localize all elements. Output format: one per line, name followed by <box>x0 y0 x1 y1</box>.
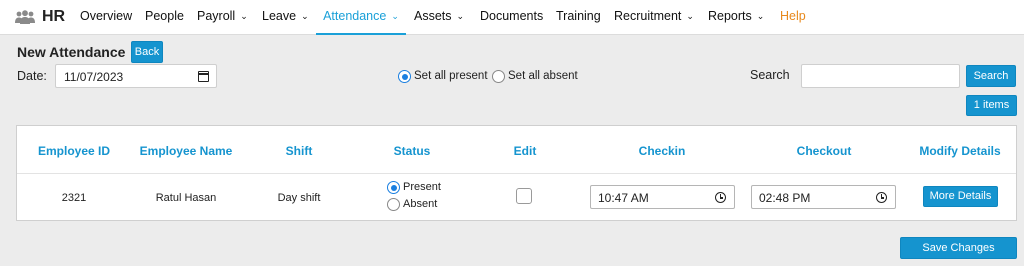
nav-item-label: People <box>145 9 184 23</box>
top-nav: HR Overview People Payroll ⌄ Leave ⌄ Atten… <box>0 0 1024 35</box>
nav-item-assets[interactable]: Assets ⌄ <box>414 0 464 35</box>
nav-item-training[interactable]: Training <box>556 0 601 35</box>
shift-cell: Day shift <box>277 192 321 204</box>
nav-item-label: Attendance <box>323 9 387 23</box>
calendar-icon[interactable] <box>198 71 209 82</box>
nav-item-label: Payroll <box>197 9 236 23</box>
nav-item-reports[interactable]: Reports ⌄ <box>708 0 764 35</box>
nav-item-label: Training <box>556 9 601 23</box>
nav-item-people[interactable]: People <box>145 0 184 35</box>
clock-icon[interactable] <box>876 192 887 203</box>
set-all-absent-radio[interactable] <box>492 70 505 83</box>
items-count-badge[interactable]: 1 items <box>966 95 1017 116</box>
save-changes-button[interactable]: Save Changes <box>900 237 1017 259</box>
app-name: HR <box>42 8 66 25</box>
set-all-present-radio[interactable] <box>398 70 411 83</box>
clock-icon[interactable] <box>715 192 726 203</box>
nav-item-attendance[interactable]: Attendance ⌄ <box>316 0 406 35</box>
nav-item-payroll[interactable]: Payroll ⌄ <box>197 0 248 35</box>
date-input[interactable]: 11/07/2023 <box>55 64 217 88</box>
set-all-present-label[interactable]: Set all present <box>414 70 488 82</box>
chevron-down-icon: ⌄ <box>301 11 309 21</box>
checkout-time-value: 02:48 PM <box>759 191 811 205</box>
checkout-time-input[interactable]: 02:48 PM <box>751 185 896 209</box>
date-value: 11/07/2023 <box>64 70 124 84</box>
column-header-edit: Edit <box>513 144 537 158</box>
attendance-table: Employee ID Employee Name Shift Status E… <box>16 125 1017 221</box>
date-label: Date: <box>17 69 47 83</box>
chevron-down-icon: ⌄ <box>756 11 765 21</box>
people-group-icon <box>14 10 36 24</box>
more-details-button[interactable]: More Details <box>923 186 998 207</box>
nav-item-leave[interactable]: Leave ⌄ <box>262 0 309 35</box>
search-button[interactable]: Search <box>966 65 1016 87</box>
status-absent-label[interactable]: Absent <box>403 198 437 210</box>
chevron-down-icon: ⌄ <box>391 11 399 21</box>
nav-item-label: Reports <box>708 9 752 23</box>
status-present-radio[interactable] <box>387 181 400 194</box>
column-header-checkin: Checkin <box>638 144 686 158</box>
app-brand[interactable]: HR <box>14 8 65 26</box>
set-all-absent-label[interactable]: Set all absent <box>508 70 578 82</box>
status-absent-radio[interactable] <box>387 198 400 211</box>
chevron-down-icon: ⌄ <box>686 11 694 21</box>
column-header-status: Status <box>393 144 431 158</box>
chevron-down-icon: ⌄ <box>240 11 248 21</box>
nav-item-documents[interactable]: Documents <box>480 0 543 35</box>
table-header: Employee ID Employee Name Shift Status E… <box>17 126 1016 174</box>
employee-name-cell: Ratul Hasan <box>155 192 217 204</box>
nav-item-label: Assets <box>414 9 452 23</box>
column-header-modify-details: Modify Details <box>919 144 1001 158</box>
status-present-label[interactable]: Present <box>403 181 441 193</box>
nav-item-label: Recruitment <box>614 9 682 23</box>
chevron-down-icon: ⌄ <box>456 11 465 21</box>
column-header-employee-name: Employee Name <box>139 144 233 158</box>
search-label: Search <box>750 68 790 82</box>
nav-item-help[interactable]: Help <box>780 0 806 35</box>
nav-item-label: Documents <box>480 9 544 23</box>
nav-item-label: Help <box>780 9 806 23</box>
page-title: New Attendance <box>17 44 126 60</box>
checkin-time-value: 10:47 AM <box>598 191 649 205</box>
back-button[interactable]: Back <box>131 41 163 63</box>
nav-item-label: Overview <box>80 9 133 23</box>
column-header-shift: Shift <box>285 144 313 158</box>
edit-checkbox[interactable] <box>516 188 532 204</box>
nav-item-overview[interactable]: Overview <box>80 0 132 35</box>
column-header-checkout: Checkout <box>796 144 852 158</box>
search-input[interactable] <box>801 64 960 88</box>
nav-item-recruitment[interactable]: Recruitment ⌄ <box>614 0 694 35</box>
column-header-employee-id: Employee ID <box>37 144 111 158</box>
employee-id-cell: 2321 <box>61 192 87 204</box>
nav-item-label: Leave <box>262 9 297 23</box>
checkin-time-input[interactable]: 10:47 AM <box>590 185 735 209</box>
